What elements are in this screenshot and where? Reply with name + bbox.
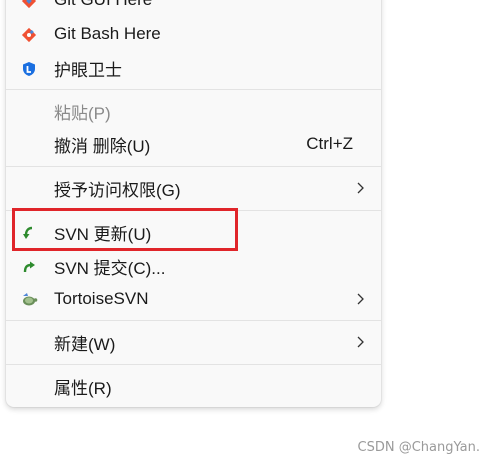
menu-item-label: Git GUI Here [54,0,152,10]
watermark: CSDN @ChangYan. [357,440,480,455]
menu-item-label: TortoiseSVN [54,289,149,308]
menu-item-give-access[interactable]: 授予访问权限(G) [6,172,381,204]
menu-item-svn-commit[interactable]: SVN 提交(C)... [6,250,381,282]
menu-separator [6,166,381,167]
context-menu: Git GUI Here Git Bash Here 护眼卫士 [6,0,381,407]
menu-item-properties[interactable]: 属性(R) [6,370,381,402]
menu-item-paste[interactable]: 粘贴(P) [6,95,381,127]
menu-item-label: 属性(R) [54,378,112,398]
menu-item-undo-delete[interactable]: 撤消 删除(U) Ctrl+Z [6,128,381,160]
menu-item-label: 撤消 删除(U) [54,136,151,156]
svn-commit-icon [20,258,38,276]
menu-item-label: Git Bash Here [54,24,161,43]
menu-item-label: 授予访问权限(G) [54,180,181,200]
screenshot-stage: Git GUI Here Git Bash Here 护眼卫士 [0,0,494,465]
menu-item-eye-guard[interactable]: 护眼卫士 [6,52,381,84]
menu-separator [6,364,381,365]
chevron-right-icon [357,182,364,194]
menu-item-git-gui[interactable]: Git GUI Here [6,0,381,16]
menu-item-new[interactable]: 新建(W) [6,326,381,358]
git-bash-icon [20,26,38,44]
eye-guard-icon [20,60,38,78]
menu-item-label: 粘贴(P) [54,103,111,123]
menu-separator [6,320,381,321]
chevron-right-icon [357,336,364,348]
menu-item-label: SVN 提交(C)... [54,258,166,278]
menu-item-git-bash[interactable]: Git Bash Here [6,18,381,50]
menu-item-tortoisesvn[interactable]: TortoiseSVN [6,283,381,315]
tortoisesvn-icon [20,291,38,309]
menu-separator [6,89,381,90]
menu-item-label: 新建(W) [54,334,116,354]
git-gui-icon [20,0,38,10]
highlight-box [12,208,238,251]
menu-item-shortcut: Ctrl+Z [306,134,353,153]
menu-item-label: 护眼卫士 [54,60,122,80]
chevron-right-icon [357,293,364,305]
